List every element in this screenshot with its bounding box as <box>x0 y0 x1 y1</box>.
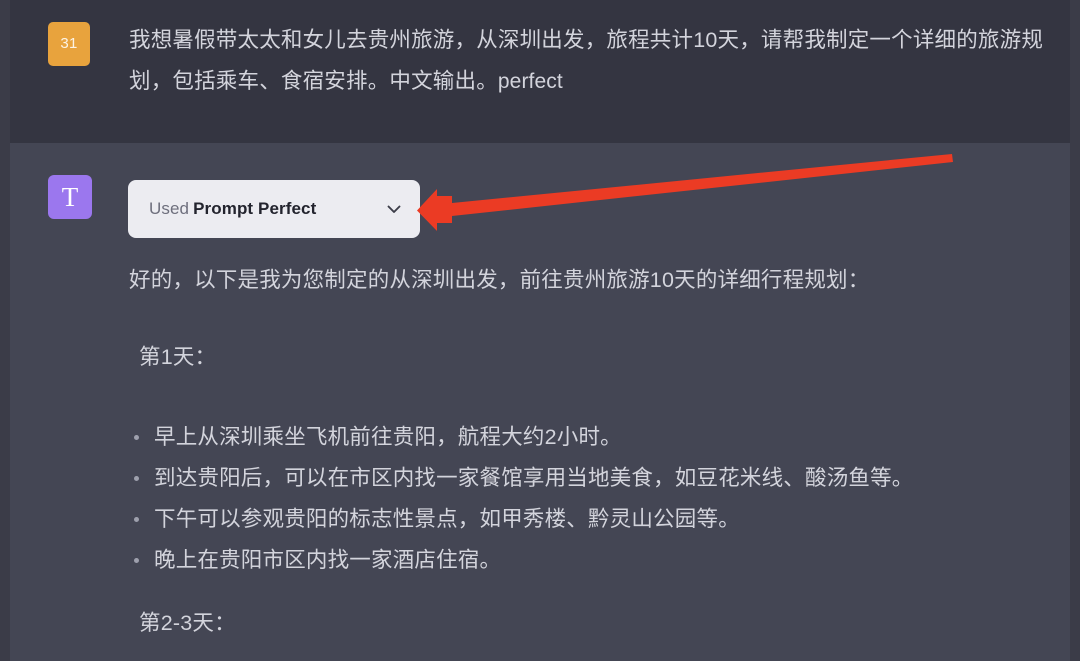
day-1-itinerary-list: 早上从深圳乘坐飞机前往贵阳，航程大约2小时。 到达贵阳后，可以在市区内找一家餐馆… <box>129 417 1059 581</box>
bullet-icon <box>134 558 139 563</box>
used-plugin-prefix: Used <box>149 199 190 218</box>
bullet-icon <box>134 517 139 522</box>
chat-screen: 31 我想暑假带太太和女儿去贵州旅游，从深圳出发，旅程共计10天，请帮我制定一个… <box>0 0 1080 661</box>
assistant-message-turn: T Used Prompt Perfect 好的，以下是我为您制定的从深圳出发，前… <box>10 143 1070 661</box>
response-intro-paragraph: 好的，以下是我为您制定的从深圳出发，前往贵州旅游10天的详细行程规划： <box>129 268 870 292</box>
day-heading-2: 第2-3天： <box>139 611 236 635</box>
list-item-text: 早上从深圳乘坐飞机前往贵阳，航程大约2小时。 <box>154 425 622 449</box>
assistant-response-body: 好的，以下是我为您制定的从深圳出发，前往贵州旅游10天的详细行程规划： 第1天：… <box>129 260 1059 643</box>
used-plugin-dropdown[interactable]: Used Prompt Perfect <box>128 180 420 238</box>
list-item: 晚上在贵阳市区内找一家酒店住宿。 <box>129 540 1059 581</box>
list-item-text: 晚上在贵阳市区内找一家酒店住宿。 <box>154 548 502 572</box>
bullet-icon <box>134 476 139 481</box>
list-item: 到达贵阳后，可以在市区内找一家餐馆享用当地美食，如豆花米线、酸汤鱼等。 <box>129 458 1059 499</box>
list-item: 早上从深圳乘坐飞机前往贵阳，航程大约2小时。 <box>129 417 1059 458</box>
bullet-icon <box>134 435 139 440</box>
day-heading-1: 第1天： <box>139 345 217 369</box>
list-item-text: 到达贵阳后，可以在市区内找一家餐馆享用当地美食，如豆花米线、酸汤鱼等。 <box>154 466 914 490</box>
user-message-text-latin: perfect <box>497 70 563 93</box>
user-message-text-cn: 我想暑假带太太和女儿去贵州旅游，从深圳出发，旅程共计10天，请帮我制定一个详细的… <box>129 28 1044 93</box>
user-message-text: 我想暑假带太太和女儿去贵州旅游，从深圳出发，旅程共计10天，请帮我制定一个详细的… <box>129 20 1073 102</box>
chevron-down-icon[interactable] <box>384 199 404 219</box>
user-message-turn: 31 我想暑假带太太和女儿去贵州旅游，从深圳出发，旅程共计10天，请帮我制定一个… <box>10 0 1070 143</box>
used-plugin-name: Prompt Perfect <box>193 199 317 218</box>
list-item-text: 下午可以参观贵阳的标志性景点，如甲秀楼、黔灵山公园等。 <box>154 507 740 531</box>
assistant-avatar-icon: T <box>48 175 92 219</box>
used-plugin-label: Used Prompt Perfect <box>149 199 384 219</box>
user-avatar-badge: 31 <box>48 22 90 66</box>
list-item: 下午可以参观贵阳的标志性景点，如甲秀楼、黔灵山公园等。 <box>129 499 1059 540</box>
